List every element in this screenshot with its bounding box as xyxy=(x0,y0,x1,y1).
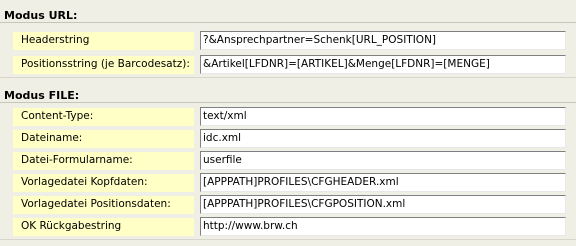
vorlagedatei-kopfdaten-input[interactable]: [APPPATH]PROFILES\CFGHEADER.xml xyxy=(200,173,566,192)
dateiname-input[interactable]: idc.xml xyxy=(200,129,566,148)
content-type-input[interactable]: text/xml xyxy=(200,107,566,126)
dateiname-label: Dateiname: xyxy=(13,130,194,148)
vorlagedatei-positionsdaten-label: Vorlagedatei Positionsdaten: xyxy=(13,196,194,214)
form-row-headerstring: Headerstring ?&Ansprechpartner=Schenk[UR… xyxy=(0,30,576,52)
ok-rueckgabestring-label: OK Rückgabestring xyxy=(13,218,194,236)
positionsstring-label: Positionsstring (je Barcodesatz): xyxy=(13,56,194,74)
content-type-label: Content-Type: xyxy=(13,108,194,126)
datei-formularname-input[interactable]: userfile xyxy=(200,151,566,170)
section-divider xyxy=(0,77,576,78)
form-row-positionsstring: Positionsstring (je Barcodesatz): &Artik… xyxy=(0,54,576,76)
bottom-divider xyxy=(0,239,576,240)
positionsstring-input[interactable]: &Artikel[LFDNR]=[ARTIKEL]&Menge[LFDNR]=[… xyxy=(200,55,566,74)
form-row-content-type: Content-Type: text/xml xyxy=(0,106,576,128)
form-row-vorlagedatei-positionsdaten: Vorlagedatei Positionsdaten: [APPPATH]PR… xyxy=(0,194,576,216)
form-row-ok-rueckgabestring: OK Rückgabestring http://www.brw.ch xyxy=(0,216,576,238)
vorlagedatei-positionsdaten-input[interactable]: [APPPATH]PROFILES\CFGPOSITION.xml xyxy=(200,195,566,214)
section-header-url: Modus URL: xyxy=(0,8,576,23)
ok-rueckgabestring-input[interactable]: http://www.brw.ch xyxy=(200,217,566,236)
vorlagedatei-kopfdaten-label: Vorlagedatei Kopfdaten: xyxy=(13,174,194,192)
section-header-file: Modus FILE: xyxy=(0,88,576,103)
form-row-vorlagedatei-kopfdaten: Vorlagedatei Kopfdaten: [APPPATH]PROFILE… xyxy=(0,172,576,194)
form-row-dateiname: Dateiname: idc.xml xyxy=(0,128,576,150)
headerstring-input[interactable]: ?&Ansprechpartner=Schenk[URL_POSITION] xyxy=(200,31,566,50)
form-row-datei-formularname: Datei-Formularname: userfile xyxy=(0,150,576,172)
settings-panel: Modus URL: Headerstring ?&Ansprechpartne… xyxy=(0,0,576,246)
datei-formularname-label: Datei-Formularname: xyxy=(13,152,194,170)
headerstring-label: Headerstring xyxy=(13,32,194,50)
